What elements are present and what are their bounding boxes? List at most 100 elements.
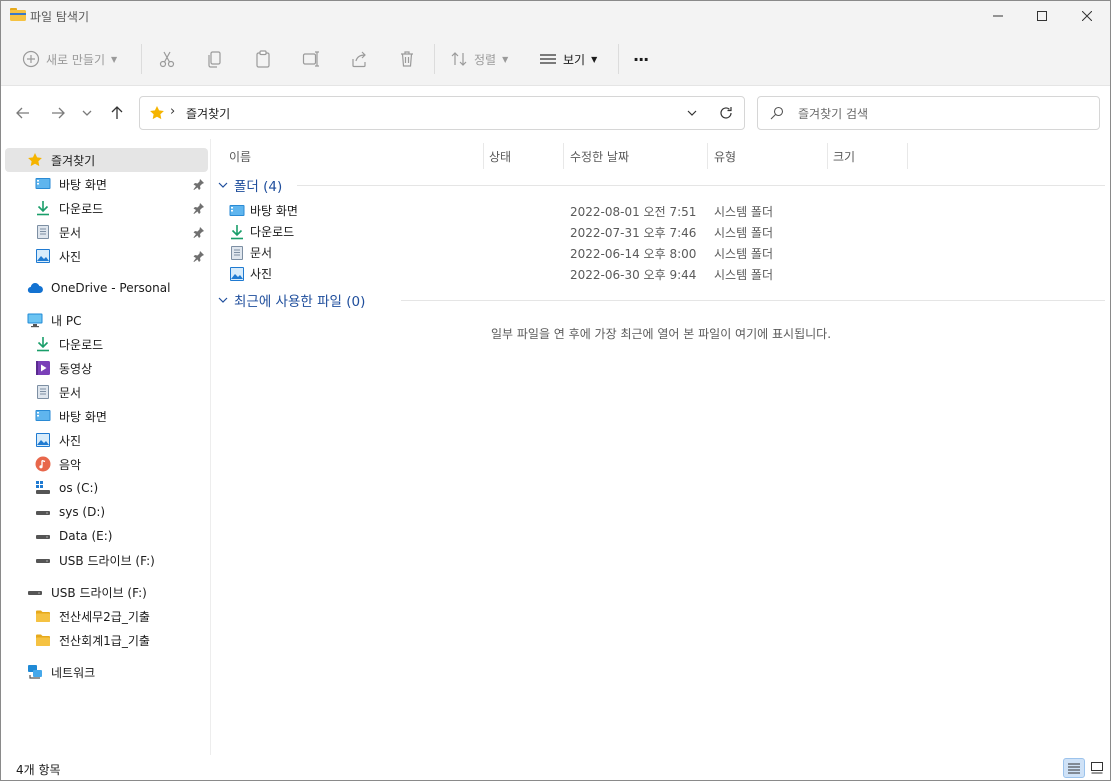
share-button[interactable] — [350, 46, 368, 72]
group-title: 최근에 사용한 파일 (0) — [234, 294, 366, 310]
sidebar-item-folder[interactable]: 전산세무2급_기출 — [35, 604, 205, 628]
view-button[interactable]: 보기 ▼ — [539, 46, 597, 72]
sidebar-item-drive-e[interactable]: Data (E:) — [35, 524, 205, 548]
search-box[interactable]: 즐겨찾기 검색 — [757, 96, 1100, 130]
group-header-folders[interactable]: 폴더 (4) — [217, 174, 1107, 196]
delete-button[interactable] — [398, 46, 416, 72]
sidebar-item-documents-pinned[interactable]: 문서 — [35, 220, 205, 244]
refresh-icon[interactable] — [718, 105, 734, 121]
sidebar-item-drive-d[interactable]: sys (D:) — [35, 500, 205, 524]
sidebar-item-favorites[interactable]: 즐겨찾기 — [5, 148, 208, 172]
chevron-down-icon — [82, 110, 92, 116]
cut-button[interactable] — [158, 46, 176, 72]
picture-icon — [36, 249, 50, 263]
sidebar-item-pictures-pinned[interactable]: 사진 — [35, 244, 205, 268]
table-row[interactable]: 바탕 화면 2022-08-01 오전 7:51 시스템 폴더 — [229, 200, 1099, 221]
divider — [618, 44, 619, 74]
window-title: 파일 탐색기 — [30, 10, 90, 24]
sidebar-item-folder[interactable]: 전산회계1급_기출 — [35, 628, 205, 652]
sidebar-item-downloads-pinned[interactable]: 다운로드 — [35, 196, 205, 220]
address-bar[interactable]: › 즐겨찾기 — [139, 96, 745, 130]
up-button[interactable] — [105, 101, 129, 125]
usb-drive-icon — [28, 591, 42, 595]
more-options-button[interactable]: ··· — [633, 46, 649, 72]
chevron-down-icon: ▼ — [502, 54, 509, 64]
sidebar-item-this-pc[interactable]: 내 PC — [27, 308, 207, 332]
scissors-icon — [159, 51, 175, 68]
column-header-modified[interactable]: 수정한 날짜 — [570, 143, 629, 169]
table-row[interactable]: 사진 2022-06-30 오후 9:44 시스템 폴더 — [229, 263, 1099, 284]
more-icon: ··· — [633, 49, 649, 69]
sidebar-item-pc-desktop[interactable]: 바탕 화면 — [35, 404, 205, 428]
view-label: 보기 — [563, 52, 586, 67]
sidebar-item-pc-pictures[interactable]: 사진 — [35, 428, 205, 452]
group-header-recent-files[interactable]: 최근에 사용한 파일 (0) — [217, 289, 1107, 311]
file-explorer-window: 파일 탐색기 새로 만들기 ▼ 정렬 ▼ 보기 ▼ ··· › 즐겨찾기 즐겨찾… — [0, 0, 1111, 781]
column-divider[interactable] — [827, 143, 828, 169]
back-button[interactable] — [11, 101, 35, 125]
folder-icon — [36, 634, 50, 646]
sidebar-item-pc-documents[interactable]: 문서 — [35, 380, 205, 404]
column-divider[interactable] — [707, 143, 708, 169]
forward-button[interactable] — [46, 101, 70, 125]
sidebar-item-label: 바탕 화면 — [59, 177, 107, 192]
sidebar-item-pc-music[interactable]: 음악 — [35, 452, 205, 476]
item-date: 2022-06-30 오후 9:44 — [570, 268, 697, 282]
picture-icon — [36, 433, 50, 447]
maximize-button[interactable] — [1019, 1, 1065, 31]
title-bar: 파일 탐색기 — [1, 1, 1110, 31]
column-header-size[interactable]: 크기 — [833, 143, 855, 169]
network-icon — [28, 665, 42, 679]
sidebar-item-pc-downloads[interactable]: 다운로드 — [35, 332, 205, 356]
search-placeholder: 즐겨찾기 검색 — [798, 107, 869, 121]
status-bar: 4개 항목 — [1, 755, 1110, 780]
item-name: 바탕 화면 — [250, 204, 298, 218]
sidebar-item-onedrive[interactable]: OneDrive - Personal — [27, 276, 207, 300]
navigation-pane: 즐겨찾기 바탕 화면 다운로드 문서 사진 OneDrive - Persona… — [1, 139, 211, 755]
chevron-down-icon[interactable] — [685, 106, 699, 120]
sidebar-item-label: 바탕 화면 — [59, 409, 107, 424]
paste-icon — [256, 50, 270, 68]
sidebar-item-label: USB 드라이브 (F:) — [51, 585, 147, 600]
sidebar-item-usb-drive[interactable]: USB 드라이브 (F:) — [27, 580, 207, 604]
sidebar-item-drive-c[interactable]: os (C:) — [35, 476, 205, 500]
details-view-button[interactable] — [1063, 758, 1085, 778]
sidebar-item-desktop-pinned[interactable]: 바탕 화면 — [35, 172, 205, 196]
chevron-down-icon — [218, 182, 228, 188]
sidebar-item-label: 사진 — [59, 433, 82, 448]
rename-button[interactable] — [302, 46, 320, 72]
pin-icon — [193, 251, 204, 262]
desktop-icon — [35, 410, 51, 421]
copy-button[interactable] — [206, 46, 224, 72]
sidebar-item-network[interactable]: 네트워크 — [27, 660, 207, 684]
breadcrumb-favorites[interactable]: 즐겨찾기 — [186, 105, 230, 122]
column-header-name[interactable]: 이름 — [229, 143, 251, 169]
column-divider[interactable] — [483, 143, 484, 169]
column-divider[interactable] — [907, 143, 908, 169]
chevron-down-icon: ▼ — [111, 54, 118, 64]
pin-icon — [193, 227, 204, 238]
column-header-status[interactable]: 상태 — [489, 143, 511, 169]
sidebar-item-pc-videos[interactable]: 동영상 — [35, 356, 205, 380]
sort-button[interactable]: 정렬 ▼ — [450, 46, 508, 72]
picture-icon — [230, 266, 244, 281]
minimize-button[interactable] — [975, 1, 1021, 31]
recent-locations-button[interactable] — [77, 101, 97, 125]
close-button[interactable] — [1064, 1, 1110, 31]
trash-icon — [401, 51, 413, 67]
sidebar-item-label: 문서 — [59, 225, 82, 240]
table-row[interactable]: 다운로드 2022-07-31 오후 7:46 시스템 폴더 — [229, 221, 1099, 242]
sidebar-item-label: 즐겨찾기 — [51, 153, 96, 168]
sort-icon — [451, 52, 467, 66]
desktop-icon — [229, 204, 245, 216]
table-row[interactable]: 문서 2022-06-14 오후 8:00 시스템 폴더 — [229, 242, 1099, 263]
sidebar-item-drive-f[interactable]: USB 드라이브 (F:) — [35, 548, 205, 572]
new-button[interactable]: 새로 만들기 ▼ — [22, 46, 117, 72]
paste-button[interactable] — [254, 46, 272, 72]
column-header-type[interactable]: 유형 — [714, 143, 736, 169]
large-icons-view-button[interactable] — [1086, 758, 1108, 778]
item-type: 시스템 폴더 — [714, 268, 774, 282]
column-divider[interactable] — [563, 143, 564, 169]
sidebar-item-label: OneDrive - Personal — [51, 281, 171, 295]
sidebar-item-label: 전산회계1급_기출 — [59, 633, 150, 648]
